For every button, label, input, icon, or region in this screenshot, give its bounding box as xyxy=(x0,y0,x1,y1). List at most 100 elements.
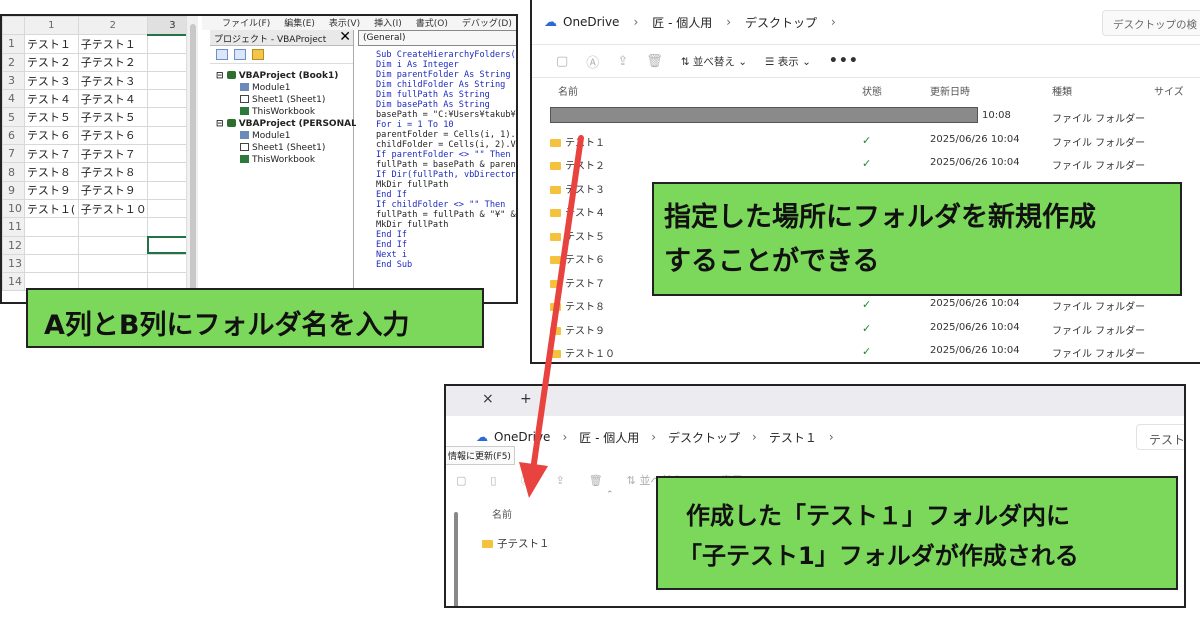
share-icon[interactable]: ⇪ xyxy=(555,474,564,487)
row-header[interactable]: 6 xyxy=(2,125,25,146)
row-header[interactable]: 7 xyxy=(2,144,25,164)
rename-icon[interactable]: Ⓐ xyxy=(520,472,531,488)
view-button[interactable]: ☰ 表示 ⌄ xyxy=(765,54,811,69)
tree-item[interactable]: Module1 xyxy=(216,82,353,94)
cell-b[interactable]: 子テスト８ xyxy=(77,162,148,182)
folder-row[interactable]: テスト２ ✓ 2025/06/26 10:04 ファイル フォルダー xyxy=(532,151,1200,175)
copy-icon[interactable]: ▢ xyxy=(556,54,568,69)
breadcrumb-onedrive[interactable]: OneDrive xyxy=(494,430,550,444)
row-header[interactable]: 4 xyxy=(2,89,25,109)
cell-a[interactable]: テスト６ xyxy=(23,125,79,146)
cell-a[interactable] xyxy=(23,253,79,274)
cell-a[interactable]: テスト１ xyxy=(23,34,79,54)
delete-icon[interactable]: 🗑 xyxy=(646,54,663,69)
cell-b[interactable]: 子テスト９ xyxy=(77,180,148,200)
folder-row-child[interactable]: 子テスト１ xyxy=(482,536,550,551)
cell-a[interactable]: テスト２ xyxy=(23,52,79,72)
search-input[interactable]: デスクトップの検 xyxy=(1102,10,1200,36)
vbe-menu-item[interactable]: 表示(V) xyxy=(329,19,360,29)
row-header[interactable]: 10 xyxy=(2,198,25,219)
tree-item[interactable]: Sheet1 (Sheet1) xyxy=(216,142,353,154)
breadcrumb-test1[interactable]: テスト１ xyxy=(769,429,817,446)
folder-row[interactable]: テスト９ ✓ 2025/06/26 10:04 ファイル フォルダー xyxy=(532,316,1200,340)
new-tab-icon[interactable]: + xyxy=(520,391,532,407)
tree-item[interactable]: Module1 xyxy=(216,130,353,142)
cell-a[interactable]: テスト１( xyxy=(23,198,79,219)
breadcrumb-personal[interactable]: 匠 - 個人用 xyxy=(652,14,712,31)
column-date-header[interactable]: 更新日時 xyxy=(930,83,970,98)
copy-icon[interactable]: ▢ xyxy=(456,474,466,487)
column-status-header[interactable]: 状態 xyxy=(862,83,882,98)
row-header[interactable]: 5 xyxy=(2,107,25,127)
cell-a[interactable]: テスト７ xyxy=(23,144,79,164)
column-size-header[interactable]: サイズ xyxy=(1154,83,1184,98)
tree-item[interactable]: ThisWorkbook xyxy=(216,106,353,118)
tree-project-node[interactable]: ⊟ VBAProject (Book1) xyxy=(216,70,353,82)
cell-a[interactable]: テスト８ xyxy=(23,162,79,182)
scroll-thumb[interactable] xyxy=(190,24,196,294)
cell-b[interactable]: 子テスト４ xyxy=(77,89,148,109)
object-dropdown[interactable]: (General) xyxy=(358,30,516,46)
vbe-menu-item[interactable]: ファイル(F) xyxy=(222,19,270,29)
cell-a[interactable]: テスト４ xyxy=(23,89,79,109)
vbe-menu-item[interactable]: 書式(O) xyxy=(416,19,448,29)
cell-a[interactable]: テスト３ xyxy=(23,70,79,91)
tree-project-node[interactable]: ⊟ VBAProject (PERSONAL. xyxy=(216,118,360,130)
cell-b[interactable]: 子テスト７ xyxy=(77,144,148,164)
breadcrumb-personal[interactable]: 匠 - 個人用 xyxy=(579,429,639,446)
breadcrumb-onedrive[interactable]: OneDrive xyxy=(563,15,619,29)
row-header[interactable]: 3 xyxy=(2,70,25,91)
code-window[interactable]: (General) Sub CreateHierarchyFolders() Di… xyxy=(356,30,516,302)
row-header[interactable]: 13 xyxy=(2,253,25,274)
cell-b[interactable] xyxy=(77,253,148,274)
folder-row[interactable]: テスト１０ ✓ 2025/06/26 10:04 ファイル フォルダー xyxy=(532,339,1200,362)
collapse-icon[interactable]: ⊟ xyxy=(216,119,227,129)
column-name-header[interactable]: 名前 xyxy=(558,83,578,98)
folder-row[interactable]: テスト１ ✓ 2025/06/26 10:04 ファイル フォルダー xyxy=(532,128,1200,152)
row-header[interactable]: 12 xyxy=(2,235,25,255)
rename-icon[interactable]: Ⓐ xyxy=(586,52,599,71)
vbe-menu-item[interactable]: デバッグ(D) xyxy=(462,19,512,29)
code-editor[interactable]: Sub CreateHierarchyFolders() Dim i As Int… xyxy=(356,46,516,270)
cell-a[interactable] xyxy=(23,217,79,237)
column-header[interactable]: 2 xyxy=(77,16,148,36)
sort-button[interactable]: ⇅ 並べ替え ⌄ xyxy=(681,54,747,69)
row-header[interactable]: 8 xyxy=(2,162,25,182)
search-input[interactable]: テスト１ xyxy=(1136,424,1184,450)
column-header[interactable]: 1 xyxy=(23,16,79,36)
row-header[interactable]: 11 xyxy=(2,217,25,237)
cell-b[interactable]: 子テスト３ xyxy=(77,70,148,91)
column-name-header[interactable]: 名前 xyxy=(492,506,512,521)
cell-b[interactable]: 子テスト５ xyxy=(77,107,148,127)
view-code-icon[interactable] xyxy=(216,49,228,60)
more-options-button[interactable]: ••• xyxy=(829,53,859,69)
toggle-folders-icon[interactable] xyxy=(252,49,264,60)
cell-b[interactable] xyxy=(77,235,148,255)
cell-b[interactable] xyxy=(77,217,148,237)
close-icon[interactable]: ✕ xyxy=(339,29,351,45)
column-type-header[interactable]: 種類 xyxy=(1052,83,1072,98)
view-object-icon[interactable] xyxy=(234,49,246,60)
row-header[interactable]: 1 xyxy=(2,34,25,54)
cell-b[interactable]: 子テスト６ xyxy=(77,125,148,146)
corner-cell[interactable] xyxy=(2,16,25,36)
collapse-icon[interactable]: ⊟ xyxy=(216,71,227,81)
close-tab-icon[interactable]: × xyxy=(482,391,494,407)
tree-item[interactable]: ThisWorkbook xyxy=(216,154,353,166)
delete-icon[interactable]: 🗑 xyxy=(589,474,603,487)
cell-b[interactable]: 子テスト１０ xyxy=(77,198,148,219)
cell-a[interactable] xyxy=(23,235,79,255)
tree-item[interactable]: Sheet1 (Sheet1) xyxy=(216,94,353,106)
cell-a[interactable]: テスト５ xyxy=(23,107,79,127)
share-icon[interactable]: ⇪ xyxy=(617,54,628,69)
sheet-scrollbar[interactable] xyxy=(186,16,198,302)
vbe-menu-item[interactable]: 編集(E) xyxy=(284,19,315,29)
paste-icon[interactable]: ▯ xyxy=(490,474,496,487)
cell-b[interactable]: 子テスト１ xyxy=(77,34,148,54)
vbe-menu-item[interactable]: 挿入(I) xyxy=(374,19,402,29)
breadcrumb-desktop[interactable]: デスクトップ xyxy=(745,14,817,31)
breadcrumb-desktop[interactable]: デスクトップ xyxy=(668,429,740,446)
row-header[interactable]: 9 xyxy=(2,180,25,200)
nav-scrollbar[interactable] xyxy=(454,512,458,606)
redacted-row[interactable]: 10:08 ファイル フォルダー xyxy=(532,104,1200,128)
